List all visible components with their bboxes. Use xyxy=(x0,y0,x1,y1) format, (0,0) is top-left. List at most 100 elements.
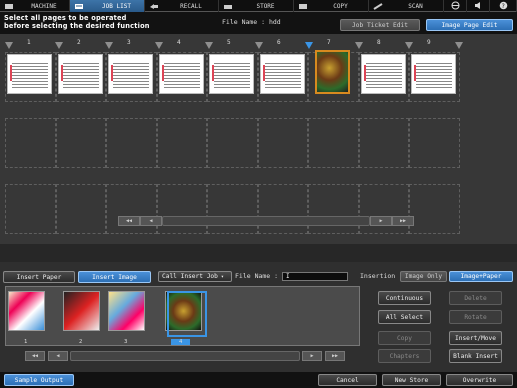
insertion-label: Insertion xyxy=(360,272,396,280)
page-marker[interactable]: 7 xyxy=(305,38,331,50)
page-marker[interactable]: 1 xyxy=(5,38,31,50)
overwrite-button[interactable]: Overwrite xyxy=(446,374,513,386)
marker-triangle-icon xyxy=(355,42,363,49)
marker-triangle-icon xyxy=(5,42,13,49)
scroll-prev-button[interactable]: ◀ xyxy=(140,216,162,226)
insert-thumbnail-number: 4 xyxy=(171,339,191,345)
page-text-lines xyxy=(113,61,149,89)
blank-insert-button[interactable]: Blank Insert xyxy=(449,349,502,363)
page-slot[interactable] xyxy=(308,184,359,234)
page-marker[interactable]: 8 xyxy=(355,38,381,50)
rotate-button[interactable]: Rotate xyxy=(449,310,502,324)
help-icon: ? xyxy=(499,1,508,12)
marker-triangle-icon xyxy=(205,42,213,49)
page-thumbnail[interactable] xyxy=(7,54,52,94)
insert-file-name-field[interactable]: I xyxy=(282,272,348,281)
page-slot[interactable] xyxy=(5,118,56,168)
insert-paper-tab[interactable]: Insert Paper xyxy=(3,271,75,283)
scroll-first-button[interactable]: ◀◀ xyxy=(118,216,140,226)
thumb-scroll-last-button[interactable]: ▶▶ xyxy=(325,351,345,361)
chapters-button[interactable]: Chapters xyxy=(378,349,431,363)
page-thumbnail-selected[interactable] xyxy=(315,50,350,94)
scroll-next-button[interactable]: ▶ xyxy=(370,216,392,226)
marker-triangle-icon xyxy=(455,42,463,49)
page-marker[interactable]: 3 xyxy=(105,38,131,50)
call-insert-job-button[interactable]: Call Insert Job ▾ xyxy=(158,271,232,282)
delete-button[interactable]: Delete xyxy=(449,291,502,305)
page-slot[interactable] xyxy=(106,184,157,234)
job-ticket-edit-button[interactable]: Job Ticket Edit xyxy=(340,19,420,31)
page-slot[interactable] xyxy=(55,184,106,234)
page-slot[interactable] xyxy=(308,118,359,168)
scroll-last-button[interactable]: ▶▶ xyxy=(392,216,414,226)
insert-thumbnail[interactable] xyxy=(108,291,145,331)
page-slot[interactable] xyxy=(257,184,308,234)
store-icon xyxy=(223,3,233,10)
page-thumbnail[interactable] xyxy=(411,54,456,94)
page-slot[interactable] xyxy=(106,118,157,168)
page-slot[interactable] xyxy=(55,118,106,168)
continuous-button[interactable]: Continuous xyxy=(378,291,431,305)
tab-store[interactable]: STORE xyxy=(219,0,294,12)
page-slot[interactable] xyxy=(257,118,308,168)
recall-icon xyxy=(149,3,159,10)
instruction-line-2: before selecting the desired function xyxy=(4,22,150,30)
page-slot[interactable] xyxy=(156,184,207,234)
tab-copy[interactable]: COPY xyxy=(294,0,369,12)
image-only-button[interactable]: Image Only xyxy=(400,271,447,282)
page-thumbnail[interactable] xyxy=(360,54,406,94)
insert-move-button[interactable]: Insert/Move xyxy=(449,331,502,345)
page-marker[interactable]: 4 xyxy=(155,38,181,50)
sample-output-button[interactable]: Sample Output xyxy=(4,374,74,386)
page-thumbnail[interactable] xyxy=(57,54,103,94)
page-slot[interactable] xyxy=(207,184,258,234)
page-thumbnail[interactable] xyxy=(209,54,254,94)
new-store-button[interactable]: New Store xyxy=(382,374,441,386)
copy-button[interactable]: Copy xyxy=(378,331,431,345)
insert-thumbnail[interactable] xyxy=(63,291,100,331)
page-marker[interactable]: 2 xyxy=(55,38,81,50)
page-slot[interactable] xyxy=(5,184,56,234)
all-select-button[interactable]: All Select xyxy=(378,310,431,324)
thumb-scrollbar[interactable] xyxy=(70,351,300,361)
tab-job-list[interactable]: JOB LIST xyxy=(70,0,145,12)
page-marker[interactable]: 6 xyxy=(255,38,281,50)
page-marker[interactable]: 9 xyxy=(405,38,431,50)
page-thumbnail[interactable] xyxy=(259,54,305,94)
scan-icon xyxy=(373,2,383,10)
machine-icon xyxy=(4,3,14,10)
page-marker[interactable]: 5 xyxy=(205,38,231,50)
volume-button[interactable] xyxy=(467,0,490,12)
page-slot[interactable] xyxy=(156,118,207,168)
instruction-line-1: Select all pages to be operated xyxy=(4,14,127,22)
thumb-scroll-prev-button[interactable]: ◀ xyxy=(48,351,68,361)
help-button[interactable]: ? xyxy=(490,0,517,12)
instruction-text: Select all pages to be operated before s… xyxy=(4,14,150,30)
marker-triangle-icon xyxy=(405,42,413,49)
cancel-button[interactable]: Cancel xyxy=(318,374,377,386)
page-slot[interactable] xyxy=(358,118,409,168)
page-thumbnail[interactable] xyxy=(108,54,153,94)
page-slot[interactable] xyxy=(207,118,258,168)
insert-thumbnail[interactable] xyxy=(8,291,45,331)
page-thumbnail[interactable] xyxy=(158,54,204,94)
insert-image-tab[interactable]: Insert Image xyxy=(78,271,151,283)
marker-triangle-icon xyxy=(155,42,163,49)
page-slot[interactable] xyxy=(409,184,460,234)
image-page-edit-button[interactable]: Image Page Edit xyxy=(426,19,513,31)
tab-scan[interactable]: SCAN xyxy=(369,0,444,12)
page-marker-end[interactable] xyxy=(455,38,467,50)
thumb-scroll-first-button[interactable]: ◀◀ xyxy=(25,351,45,361)
page-scrollbar[interactable] xyxy=(162,216,370,226)
top-tab-bar: MACHINE JOB LIST RECALL STORE COPY SCAN xyxy=(0,0,517,12)
page-marker-number: 6 xyxy=(277,39,281,46)
tab-machine[interactable]: MACHINE xyxy=(0,0,70,12)
thumb-scroll-next-button[interactable]: ▶ xyxy=(302,351,322,361)
svg-text:?: ? xyxy=(501,3,504,10)
page-slot[interactable] xyxy=(358,184,409,234)
page-slot[interactable] xyxy=(409,118,460,168)
image-paper-button[interactable]: Image+Paper xyxy=(449,271,513,282)
globe-button[interactable] xyxy=(444,0,467,12)
insert-thumbnail-number: 2 xyxy=(79,339,83,345)
tab-recall[interactable]: RECALL xyxy=(145,0,219,12)
